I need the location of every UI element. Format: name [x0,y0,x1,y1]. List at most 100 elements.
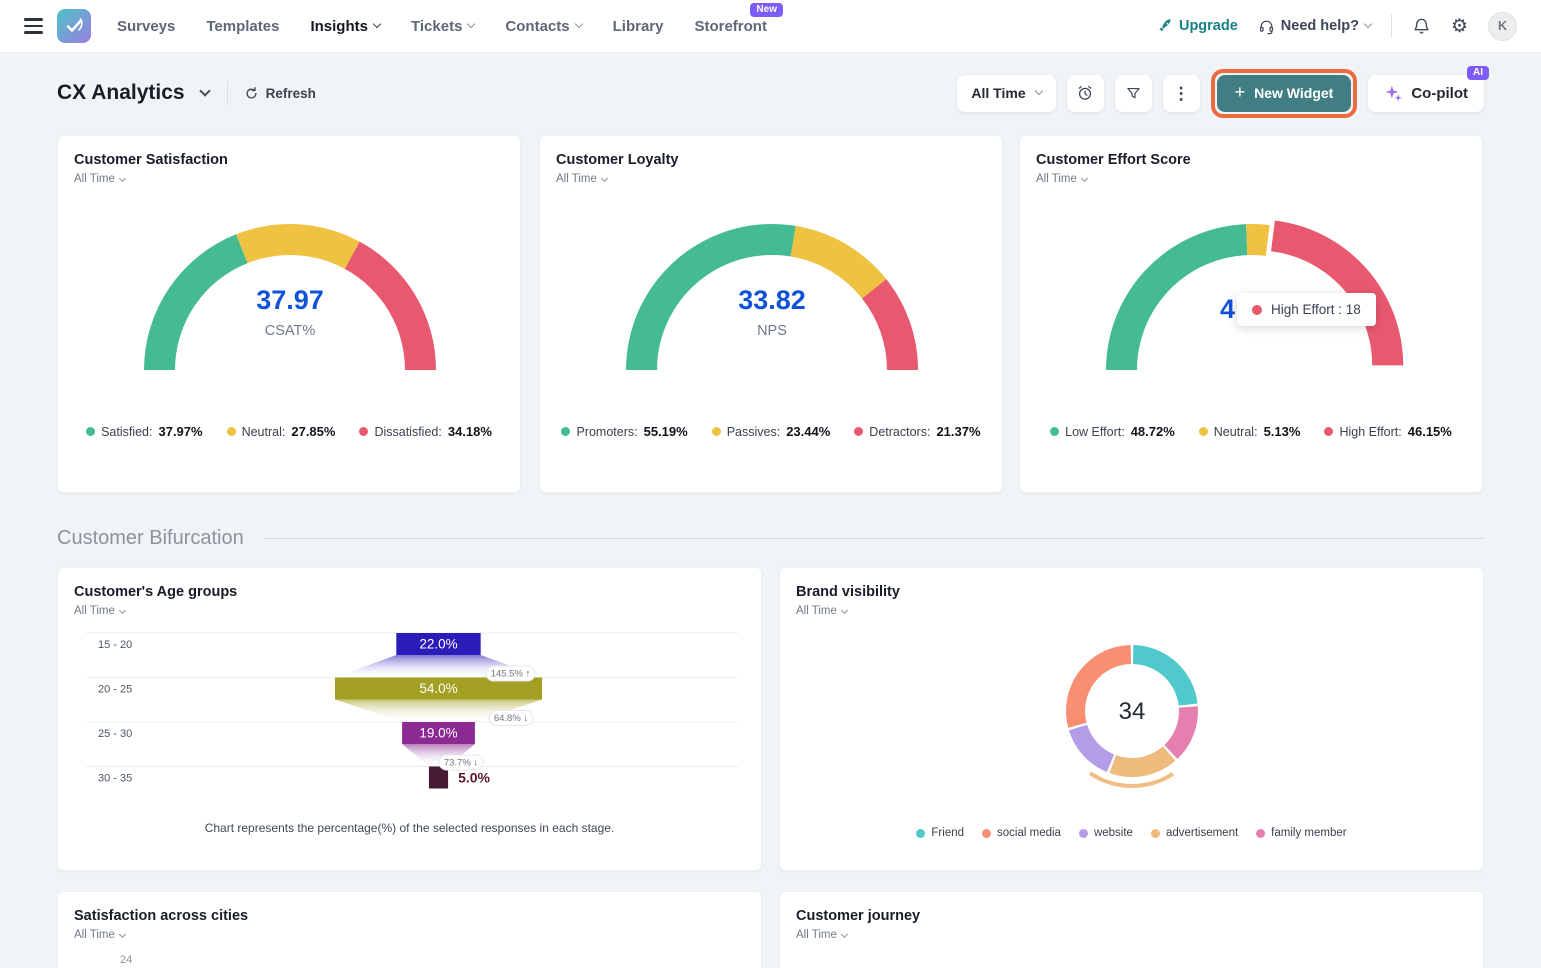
global-time-filter[interactable]: All Time [957,75,1055,112]
legend-item-promoters[interactable]: Promoters: 55.19% [561,424,687,439]
gauge-segment-detractors[interactable] [862,279,918,370]
legend-value: 37.97% [158,424,202,439]
new-widget-button[interactable]: + New Widget [1217,75,1352,112]
top-navbar: Surveys Templates Insights Tickets Conta… [0,0,1541,53]
chevron-down-icon [841,930,848,937]
donut-slice-family-member[interactable] [1164,706,1198,759]
user-avatar[interactable]: K [1488,12,1517,41]
kebab-icon: ⋮ [1173,85,1190,102]
upgrade-link[interactable]: Upgrade [1157,18,1238,34]
nav-item-templates[interactable]: Templates [206,18,279,35]
legend-value: 34.18% [448,424,492,439]
donut-slice-advertisement[interactable] [1109,746,1175,777]
section-customer-bifurcation: Customer Bifurcation [57,522,1484,554]
legend-item-dissatisfied[interactable]: Dissatisfied: 34.18% [359,424,491,439]
widget-time-filter[interactable]: All Time [74,173,125,185]
funnel-transition-label: 73.7% ↓ [444,758,478,769]
new-badge: New [750,3,783,17]
age-groups-funnel-chart: 15 - 2022.0%20 - 2554.0%25 - 3019.0%30 -… [74,629,746,795]
legend-item-satisfied[interactable]: Satisfied: 37.97% [86,424,203,439]
chevron-down-icon [1081,174,1088,181]
legend-label: Satisfied: [101,425,152,439]
legend-item-passives[interactable]: Passives: 23.44% [712,424,831,439]
legend-item-social-media[interactable]: social media [982,827,1061,839]
nav-item-contacts[interactable]: Contacts [505,18,581,35]
section-title: Customer Bifurcation [57,527,244,550]
chart-legend: Promoters: 55.19% Passives: 23.44% Detract… [556,424,986,439]
legend-item-family-member[interactable]: family member [1256,827,1346,839]
legend-dot [712,427,721,436]
settings-button[interactable]: ⚙ [1451,17,1468,36]
legend-label: Detractors: [869,425,930,439]
nav-item-insights[interactable]: Insights [310,18,380,35]
chevron-down-icon [119,606,126,613]
page-header: CX Analytics Refresh All Time ⋮ [57,71,1484,115]
notifications-button[interactable] [1412,17,1431,36]
widget-time-filter[interactable]: All Time [74,929,125,941]
divider [1391,14,1392,38]
donut-slice-website[interactable] [1068,725,1113,772]
tooltip-dot [1252,305,1262,315]
gauge-center-label: NPS [757,323,787,339]
widget-title: Customer's Age groups [74,584,745,600]
chart-legend: Satisfied: 37.97% Neutral: 27.85% Dissatis… [74,424,504,439]
nav-item-tickets[interactable]: Tickets [411,18,474,35]
chevron-down-icon [601,174,608,181]
donut-slice-friend[interactable] [1132,645,1197,706]
menu-icon[interactable] [24,18,43,33]
legend-item-high-effort[interactable]: High Effort: 46.15% [1324,424,1451,439]
widget-time-filter[interactable]: All Time [556,173,607,185]
alarm-clock-icon [1076,84,1094,102]
legend-item-website[interactable]: website [1079,827,1133,839]
more-options-button[interactable]: ⋮ [1163,75,1200,112]
gauge-segment-dissatisfied[interactable] [345,242,436,370]
gauge-segment-satisfied[interactable] [144,234,248,370]
chart-caption: Chart represents the percentage(%) of th… [74,821,745,835]
schedule-button[interactable] [1067,75,1104,112]
legend-item-friend[interactable]: Friend [916,827,964,839]
nav-item-surveys[interactable]: Surveys [117,18,175,35]
funnel-value-label: 54.0% [419,681,457,696]
widget-title: Customer Effort Score [1036,152,1466,168]
refresh-icon [244,86,259,101]
chevron-down-icon [841,606,848,613]
legend-value: 23.44% [786,424,830,439]
legend-item-detractors[interactable]: Detractors: 21.37% [854,424,980,439]
legend-label: Friend [931,827,964,839]
legend-item-low-effort[interactable]: Low Effort: 48.72% [1050,424,1175,439]
gauge-center-value: 37.97 [256,285,324,315]
nav-item-storefront[interactable]: Storefront New [694,18,767,35]
funnel-category-label: 30 - 35 [98,773,132,785]
widget-time-filter[interactable]: All Time [1036,173,1087,185]
legend-label: Neutral: [1214,425,1258,439]
plus-icon: + [1235,82,1246,103]
legend-dot [227,427,236,436]
dashboard-switcher-chevron-icon[interactable] [199,85,210,96]
app-logo[interactable] [57,9,91,43]
widget-satisfaction-across-cities: Satisfaction across cities All Time 24 [57,891,762,968]
legend-item-neutral[interactable]: Neutral: 27.85% [227,424,336,439]
legend-item-advertisement[interactable]: advertisement [1151,827,1238,839]
funnel-category-label: 20 - 25 [98,684,132,696]
widget-age-groups: Customer's Age groups All Time 15 - 2022… [57,567,762,871]
axis-tick-partial: 24 [120,954,132,966]
donut-wrap: 34 [796,625,1467,817]
widget-time-filter[interactable]: All Time [74,605,125,617]
widget-title: Customer Loyalty [556,152,986,168]
legend-value: 27.85% [291,424,335,439]
gauge-segment-neutral[interactable] [1246,224,1269,256]
funnel-icon [1125,85,1142,102]
legend-label: social media [997,827,1061,839]
widget-time-filter[interactable]: All Time [796,605,847,617]
gauge-segment-neutral[interactable] [236,224,359,269]
legend-value: 46.15% [1408,424,1452,439]
need-help-menu[interactable]: Need help? [1258,18,1371,35]
chevron-down-icon [119,930,126,937]
legend-item-neutral[interactable]: Neutral: 5.13% [1199,424,1301,439]
filter-button[interactable] [1115,75,1152,112]
legend-label: Passives: [727,425,781,439]
copilot-button[interactable]: Co-pilot AI [1368,75,1484,112]
refresh-button[interactable]: Refresh [244,86,316,101]
nav-item-library[interactable]: Library [613,18,664,35]
widget-time-filter[interactable]: All Time [796,929,847,941]
